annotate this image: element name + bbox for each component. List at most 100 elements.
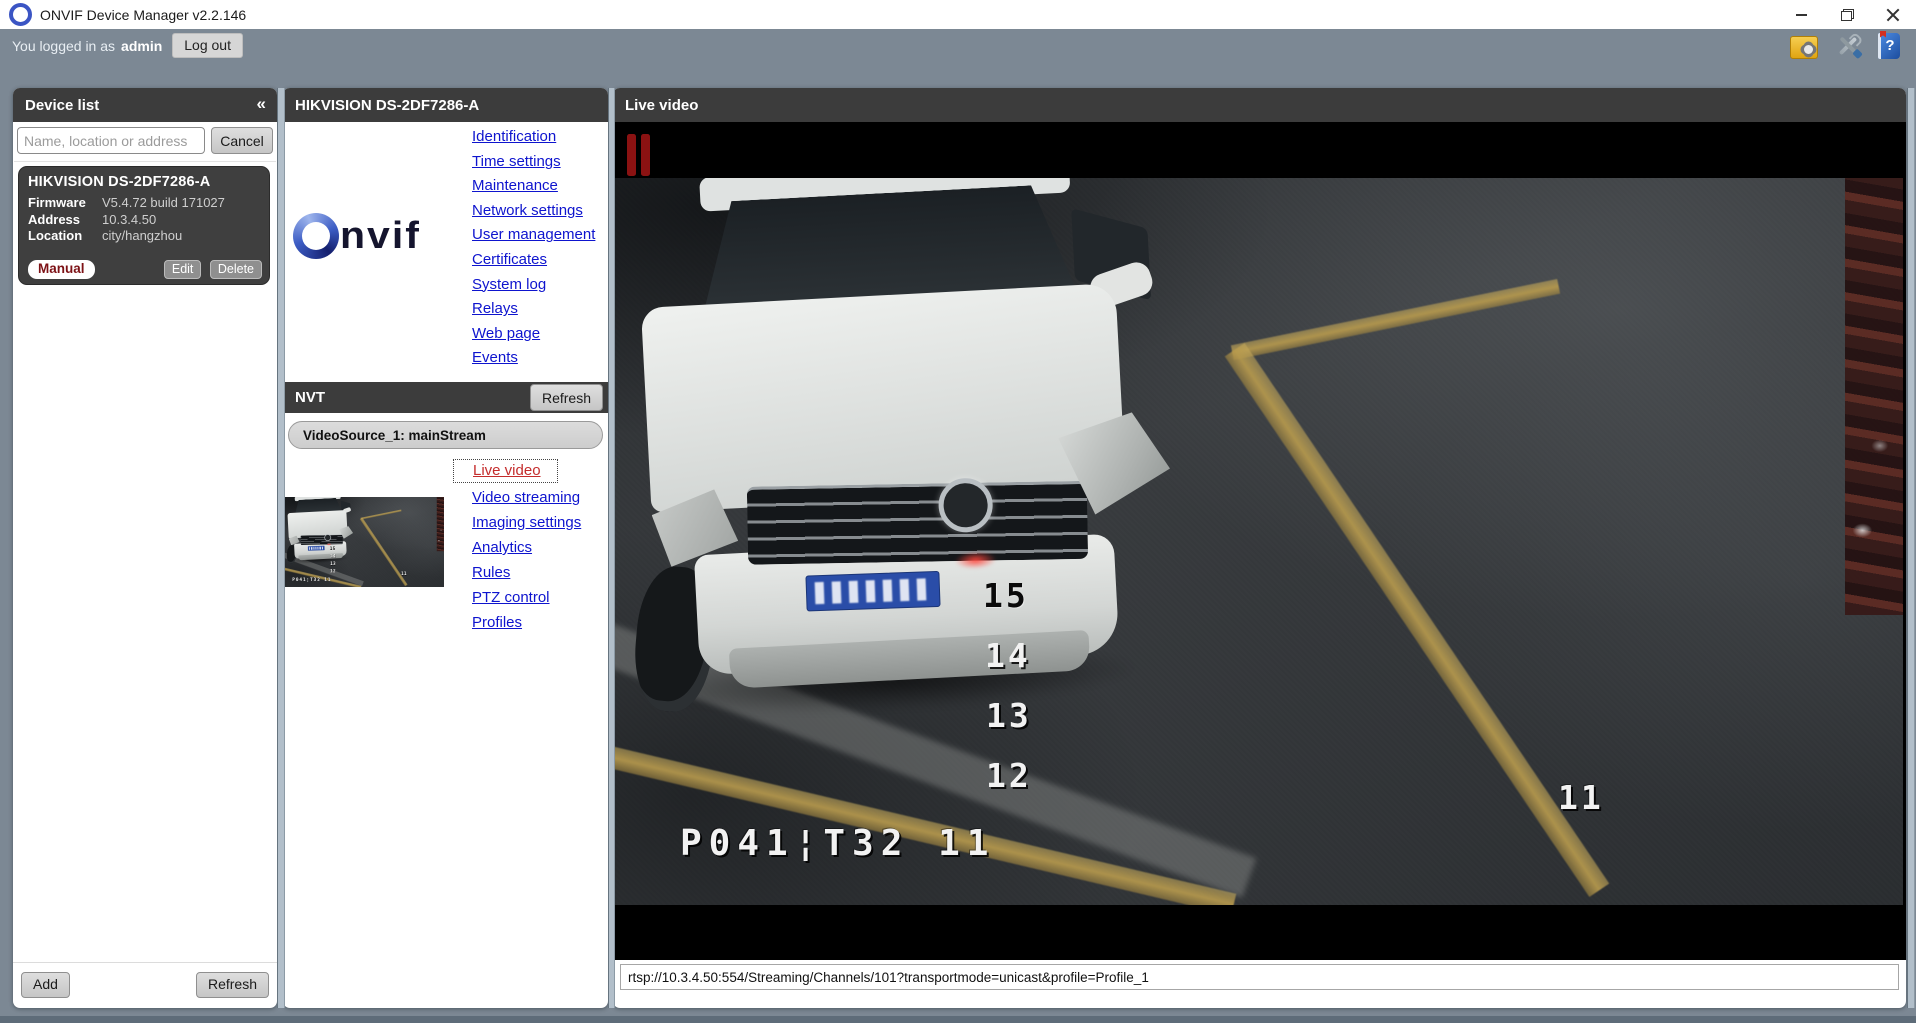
device-info-value: V5.4.72 build 171027 [102,195,225,212]
refresh-devices-button[interactable]: Refresh [196,972,269,998]
help-book-icon[interactable]: ? [1878,33,1900,59]
logout-button[interactable]: Log out [172,33,243,58]
device-link-web-page[interactable]: Web page [472,324,540,344]
titlebar: ONVIF Device Manager v2.2.146 [0,0,1916,29]
device-search-input[interactable] [17,127,205,154]
nvt-link-video-streaming[interactable]: Video streaming [472,488,580,508]
cancel-button[interactable]: Cancel [211,127,273,154]
onvif-logo: nvif [293,212,421,259]
car-red-reflection [954,551,997,570]
device-info-row: FirmwareV5.4.72 build 171027 [28,195,260,212]
device-info-label: Firmware [28,195,102,212]
live-video-header: Live video [613,88,1906,122]
stream-url-row [620,964,1899,990]
white-car [284,497,357,574]
left-splitter[interactable] [277,88,285,1008]
restore-button[interactable] [1824,0,1870,29]
osd-space-number-right: 11 [401,571,407,576]
nvt-title: NVT [295,389,325,406]
roadside-structure [437,497,444,551]
video-viewport[interactable]: 15 14 13 12 P041¦T32 11 11 [613,122,1906,960]
nvt-link-analytics[interactable]: Analytics [472,538,532,558]
osd-number: 12 [330,569,336,574]
osd-number: 13 [986,696,1032,735]
nvt-links: Live video Video streaming Imaging settin… [453,459,581,633]
logged-in-username: admin [121,38,162,54]
device-info-value: city/hangzhou [102,228,182,245]
osd-number: 12 [986,756,1032,795]
device-link-identification[interactable]: Identification [472,127,556,147]
close-button[interactable] [1870,0,1916,29]
window-bottom-band [0,1016,1916,1023]
car-license-plate [308,546,325,551]
nvt-link-ptz-control[interactable]: PTZ control [472,588,550,608]
nvt-refresh-button[interactable]: Refresh [530,384,603,411]
device-link-events[interactable]: Events [472,348,518,368]
window-title: ONVIF Device Manager v2.2.146 [40,7,246,23]
device-link-relays[interactable]: Relays [472,299,518,319]
nvt-link-imaging-settings[interactable]: Imaging settings [472,513,581,533]
device-detail-header: HIKVISION DS-2DF7286-A [283,88,608,122]
device-name: HIKVISION DS-2DF7286-A [28,174,260,190]
nvt-link-profiles[interactable]: Profiles [472,613,522,633]
nvt-link-live-video-active[interactable]: Live video [453,459,558,483]
osd-number: 14 [985,636,1031,675]
live-video-title: Live video [625,97,698,114]
delete-device-button[interactable]: Delete [210,260,262,279]
device-info-label: Location [28,228,102,245]
video-source-selector[interactable]: VideoSource_1: mainStream [288,421,603,449]
car-grille [301,535,343,545]
device-info-label: Address [28,212,102,229]
device-info-value: 10.3.4.50 [102,212,156,229]
video-frame: 15 14 13 12 P041¦T32 11 11 [613,178,1903,905]
car-red-reflection [326,543,331,545]
live-video-panel: Live video [613,88,1906,1008]
onvif-logo-ring-icon [293,213,339,259]
login-status-text: You logged in as [12,38,115,54]
window-controls [1778,0,1916,29]
white-car [613,178,1199,801]
add-device-button[interactable]: Add [21,972,70,998]
pause-icon[interactable] [627,134,650,176]
restore-icon [1841,9,1854,21]
minimize-button[interactable] [1778,0,1824,29]
event-log-icon[interactable] [1790,36,1818,59]
device-list-bottom-bar: Add Refresh [13,962,277,1008]
car-license-plate [805,571,940,612]
collapse-panel-icon[interactable]: « [257,94,266,114]
device-card[interactable]: HIKVISION DS-2DF7286-A FirmwareV5.4.72 b… [18,166,270,285]
osd-number: 13 [330,561,336,566]
video-frame: 15141312 P041¦T32 11 11 [284,497,444,587]
video-thumbnail[interactable]: 15141312 P041¦T32 11 11 [284,497,444,587]
device-list-panel: Device list « Cancel HIKVISION DS-2DF728… [13,88,277,1008]
device-detail-panel: HIKVISION DS-2DF7286-A Identification Tim… [283,88,608,1008]
close-icon [1886,8,1900,22]
device-links: Identification Time settings Maintenance Ne… [472,127,595,368]
osd-number: 15 [983,576,1029,615]
tools-icon[interactable] [1835,33,1861,59]
middle-splitter[interactable] [608,88,615,1008]
device-link-time-settings[interactable]: Time settings [472,152,561,172]
osd-camera-label: P041¦T32 11 [680,823,995,864]
device-link-user-management[interactable]: User management [472,225,595,245]
roadside-structure [1845,178,1903,615]
osd-number: 15 [330,546,336,551]
car-grille [747,481,1088,565]
device-link-system-log[interactable]: System log [472,275,546,295]
manual-badge: Manual [28,260,95,279]
toolbar-icons: ? [1790,33,1900,59]
device-list-header: Device list « [13,88,277,122]
device-link-certificates[interactable]: Certificates [472,250,547,270]
car-hood [641,283,1126,513]
device-list-title: Device list [25,97,99,114]
onvif-ring-icon [9,3,32,26]
stream-url-input[interactable] [620,964,1899,990]
device-link-network-settings[interactable]: Network settings [472,201,583,221]
osd-number: 14 [330,554,336,559]
nvt-link-rules[interactable]: Rules [472,563,510,583]
device-card-footer: Manual Edit Delete [28,260,262,279]
right-scrollbar[interactable] [1907,88,1915,1008]
osd-space-number-right: 11 [1558,778,1604,817]
edit-device-button[interactable]: Edit [164,260,202,279]
device-link-maintenance[interactable]: Maintenance [472,176,558,196]
